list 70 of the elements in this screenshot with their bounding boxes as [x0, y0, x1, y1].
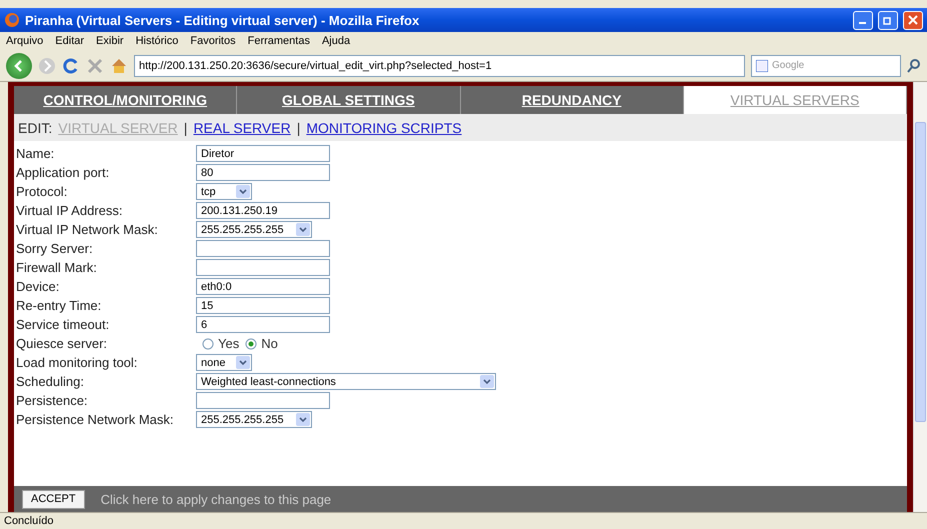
nav-tab[interactable]: CONTROL/MONITORING — [14, 86, 238, 114]
menu-item[interactable]: Arquivo — [6, 35, 44, 47]
field-label: Quiesce server: — [15, 336, 108, 351]
field-label: Re-entry Time: — [15, 298, 102, 313]
minimize-button[interactable] — [853, 10, 873, 30]
menu-item[interactable]: Ferramentas — [248, 35, 310, 47]
reload-icon[interactable] — [62, 56, 80, 74]
dropdown[interactable]: 255.255.255.255 — [196, 221, 312, 238]
radio-option[interactable]: Yes — [202, 336, 240, 351]
caret-icon — [236, 185, 250, 198]
dropdown[interactable]: tcp — [196, 183, 252, 200]
separator: | — [296, 120, 300, 136]
text-field[interactable]: 80 — [196, 164, 330, 181]
field-label: Name: — [15, 146, 56, 161]
nav-tab[interactable]: GLOBAL SETTINGS — [237, 86, 460, 114]
menu-item[interactable]: Ajuda — [322, 35, 350, 47]
field-label: Service timeout: — [15, 317, 110, 332]
field-label: Sorry Server: — [15, 241, 94, 256]
caret-icon — [296, 413, 310, 426]
text-field[interactable]: 6 — [196, 316, 330, 333]
menu-item[interactable]: Histórico — [136, 35, 178, 47]
restore-icon — [883, 15, 893, 25]
dropdown[interactable]: Weighted least-connections — [196, 373, 496, 390]
subnav-link[interactable]: REAL SERVER — [193, 120, 291, 136]
field-label: Application port: — [15, 165, 110, 180]
field-label: Protocol: — [15, 184, 68, 199]
menu-item[interactable]: Favoritos — [190, 35, 236, 47]
menu-item[interactable]: Editar — [55, 35, 84, 47]
caret-icon — [236, 356, 250, 369]
dropdown[interactable]: 255.255.255.255 — [196, 411, 312, 428]
accept-hint: Click here to apply changes to this page — [100, 492, 332, 506]
status-bar: Concluído — [0, 512, 927, 529]
text-field[interactable] — [196, 240, 330, 257]
restore-button[interactable] — [878, 10, 898, 30]
close-button[interactable] — [903, 10, 923, 30]
scrollbar[interactable] — [913, 82, 927, 512]
text-field[interactable]: eth0:0 — [196, 278, 330, 295]
separator: | — [184, 120, 188, 136]
back-button[interactable] — [6, 52, 32, 78]
accept-button[interactable]: ACCEPT — [22, 490, 85, 508]
address-bar[interactable]: http://200.131.250.20:3636/secure/virtual_edit_virt.php?selected_host=1 — [134, 54, 745, 76]
field-label: Firewall Mark: — [15, 260, 98, 275]
radio-option[interactable]: No — [245, 336, 278, 351]
search-engine-icon — [756, 60, 768, 72]
text-field[interactable]: 15 — [196, 297, 330, 314]
window-title: Piranha (Virtual Servers - Editing virtual server) - Mozilla Firefox — [25, 12, 420, 28]
close-icon — [908, 15, 918, 25]
field-label: Virtual IP Address: — [15, 203, 124, 218]
home-icon[interactable] — [110, 56, 128, 74]
field-label: Virtual IP Network Mask: — [15, 222, 159, 237]
caret-icon — [480, 375, 494, 388]
close-icon[interactable] — [86, 56, 104, 74]
field-label: Persistence: — [15, 393, 89, 408]
text-field[interactable] — [196, 392, 330, 409]
field-label: Persistence Network Mask: — [15, 412, 174, 427]
subnav-link[interactable]: MONITORING SCRIPTS — [306, 120, 462, 136]
field-label: Device: — [15, 279, 60, 294]
text-field[interactable] — [196, 259, 330, 276]
text-field[interactable]: Diretor — [196, 145, 330, 162]
text-field[interactable]: 200.131.250.19 — [196, 202, 330, 219]
menu-item[interactable]: Exibir — [96, 35, 124, 47]
dropdown[interactable]: none — [196, 354, 252, 371]
field-label: Load monitoring tool: — [15, 355, 138, 370]
caret-icon — [296, 223, 310, 236]
search-icon[interactable] — [907, 58, 921, 72]
nav-tab[interactable]: REDUNDANCY — [460, 86, 684, 114]
browser-icon — [4, 12, 20, 28]
field-label: Scheduling: — [15, 374, 85, 389]
forward-icon[interactable] — [38, 56, 56, 74]
edit-label: EDIT: — [18, 120, 52, 136]
